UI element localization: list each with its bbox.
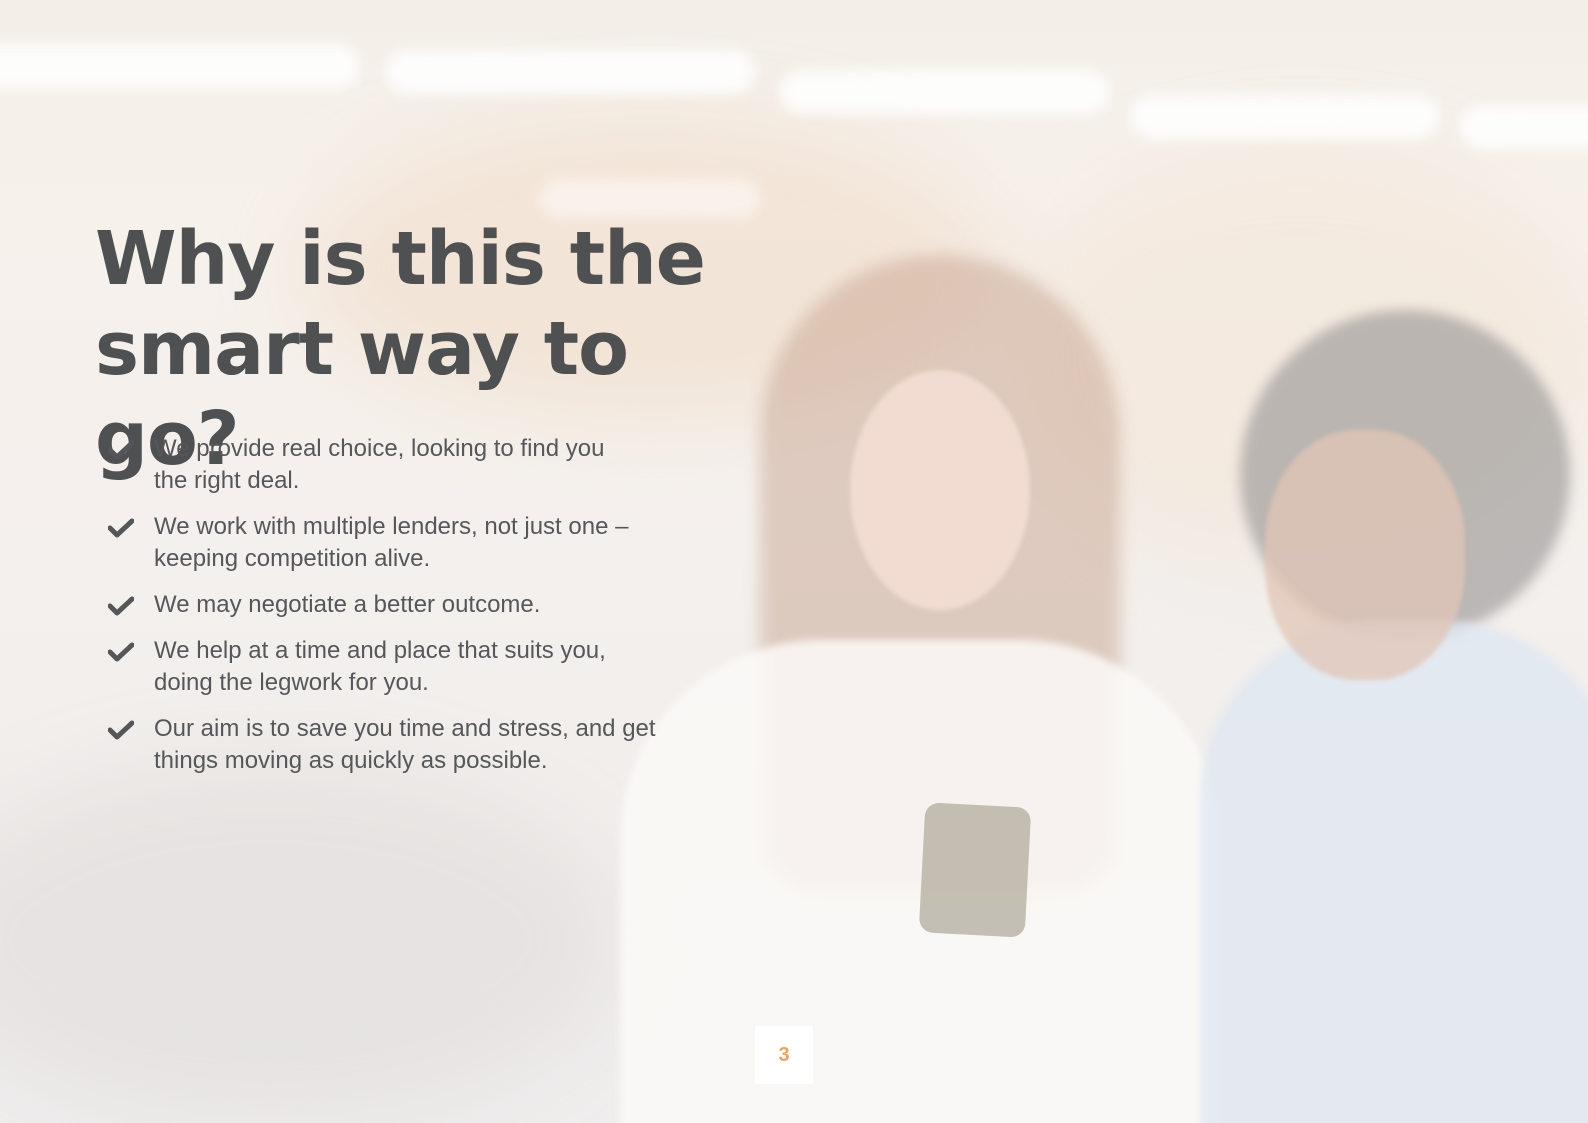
checkmark-icon: [108, 589, 154, 616]
list-item: We provide real choice, looking to find …: [108, 433, 708, 497]
page-title-line-1: Why is this the: [95, 216, 706, 302]
list-item-text: We help at a time and place that suits y…: [154, 637, 606, 696]
checkmark-icon: [108, 713, 154, 740]
list-item: We work with multiple lenders, not just …: [108, 511, 708, 575]
checkmark-icon: [108, 433, 154, 460]
document-page: Why is this the smart way to go? We prov…: [0, 0, 1588, 1123]
list-item-text: We may negotiate a better outcome.: [154, 591, 541, 618]
checkmark-icon: [108, 635, 154, 662]
list-item: Our aim is to save you time and stress, …: [108, 713, 708, 777]
list-item-text: Our aim is to save you time and stress, …: [154, 715, 656, 774]
checkmark-icon: [108, 511, 154, 538]
page-number: 3: [755, 1026, 813, 1084]
list-item: We help at a time and place that suits y…: [108, 635, 708, 699]
list-item: We may negotiate a better outcome.: [108, 589, 708, 621]
list-item-text: We work with multiple lenders, not just …: [154, 513, 629, 572]
list-item-text: We provide real choice, looking to find …: [154, 435, 605, 494]
benefits-list: We provide real choice, looking to find …: [108, 433, 708, 791]
